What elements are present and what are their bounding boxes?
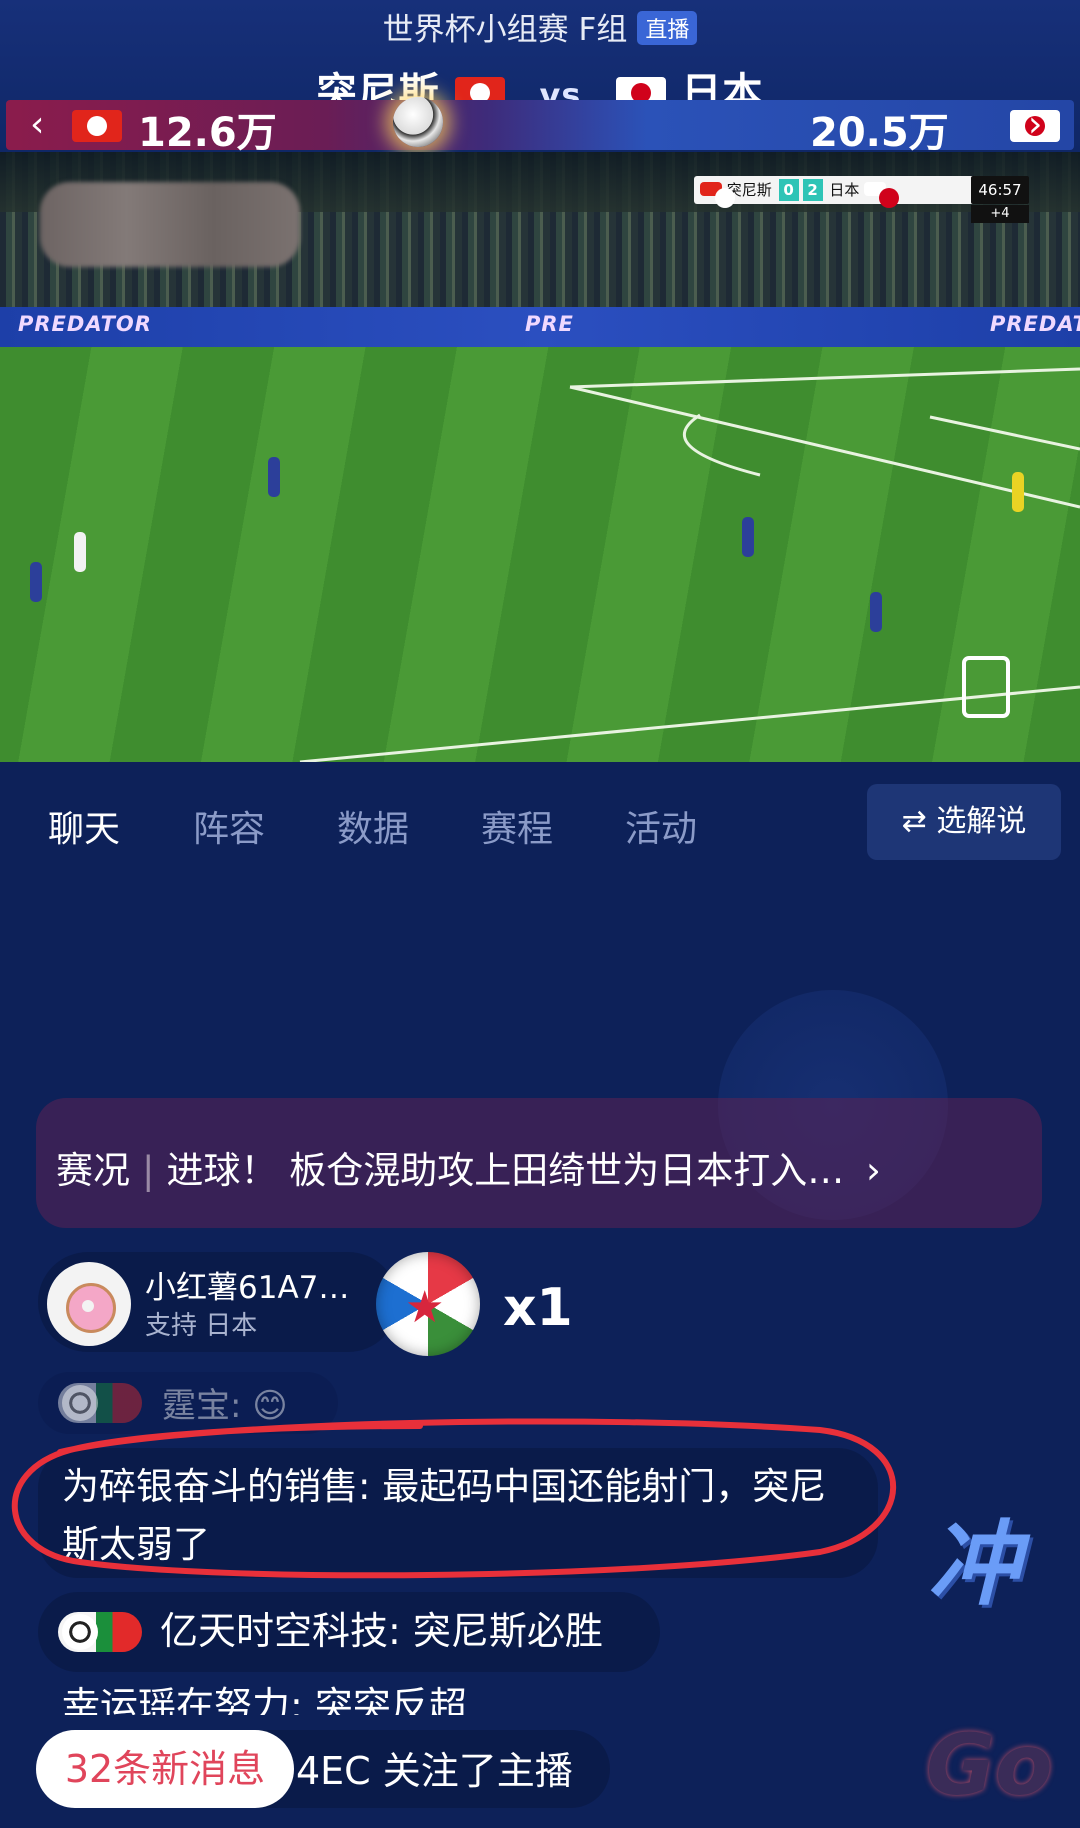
tab-stats[interactable]: 数据 (337, 800, 409, 852)
match-clock: 46:57 (971, 176, 1029, 204)
tab-chat[interactable]: 聊天 (48, 800, 120, 852)
chat-message-text: 4EC 关注了主播 (296, 1749, 573, 1793)
select-commentary-button[interactable]: ⇄ 选解说 (867, 784, 1061, 860)
ad-board-text: PRE (525, 312, 574, 336)
chevron-right-icon: › (866, 1149, 881, 1192)
news-tag: 赛况 (56, 1149, 130, 1192)
player (1012, 472, 1024, 512)
player (30, 562, 42, 602)
tab-schedule[interactable]: 赛程 (481, 800, 553, 852)
player (870, 592, 882, 632)
soccer-ball-icon (393, 97, 443, 147)
added-time: +4 (971, 205, 1029, 223)
blurred-logo (40, 182, 300, 267)
red-circle-annotation (12, 1418, 896, 1579)
chat-message-text: 幸运瑶在努力: 突突反超 (62, 1684, 467, 1715)
scorebug-away: 日本 (829, 181, 860, 199)
news-line[interactable]: 赛况 | 进球！ 板仓滉助攻上田绮世为日本打入… › (56, 1140, 881, 1194)
video-player[interactable]: PREDATOR PRE PREDATOR 突尼斯 02 日本 46:57 +4 (0, 152, 1080, 762)
new-messages-button[interactable]: 32条新消息 (36, 1730, 294, 1808)
player (268, 457, 280, 497)
soccer-ball-icon (62, 1614, 98, 1650)
cheer-icon[interactable]: 冲 (928, 1490, 1020, 1623)
pitch (0, 347, 1080, 762)
live-badge: 直播 (637, 11, 698, 45)
news-text: 进球！ 板仓滉助攻上田绮世为日本打入… (166, 1149, 845, 1192)
donut-hole (82, 1300, 94, 1312)
tunisia-flag-icon (72, 110, 122, 142)
away-support-count: 20.5万 (810, 110, 949, 156)
ad-board-text: PREDATOR (990, 312, 1080, 336)
player (74, 532, 86, 572)
ad-board-text: PREDATOR (18, 312, 152, 336)
japan-flag-icon (864, 182, 900, 208)
gift-count: x1 (503, 1278, 573, 1338)
tab-lineup[interactable]: 阵容 (193, 800, 265, 852)
chat-message-text: 亿天时空科技: 突尼斯必胜 (160, 1609, 603, 1653)
scorebug-away-score: 2 (802, 179, 823, 201)
swap-arrows-icon: ⇄ (901, 804, 937, 839)
news-separator: | (142, 1149, 155, 1192)
player (742, 517, 754, 557)
match-title-text: 世界杯小组赛 F组 (382, 12, 628, 48)
star-icon: ★ (405, 1282, 445, 1333)
gift-username[interactable]: 小红薯61A7… (145, 1262, 349, 1307)
chevron-left-icon[interactable]: ‹ (30, 104, 44, 145)
tab-events[interactable]: 活动 (625, 800, 697, 852)
match-title: 世界杯小组赛 F组 直播 (0, 4, 1080, 49)
chevron-right-icon[interactable]: › (1028, 104, 1042, 145)
scorebug-home-score: 0 (778, 179, 799, 201)
rotate-screen-icon[interactable] (962, 656, 1010, 718)
go-icon[interactable]: Go (926, 1716, 1053, 1814)
select-commentary-label: 选解说 (936, 804, 1027, 839)
home-support-count: 12.6万 (138, 110, 277, 156)
pitch-lines (299, 367, 1080, 762)
gift-support-label: 支持 日本 (145, 1311, 258, 1341)
tunisia-flag-icon (700, 182, 735, 208)
